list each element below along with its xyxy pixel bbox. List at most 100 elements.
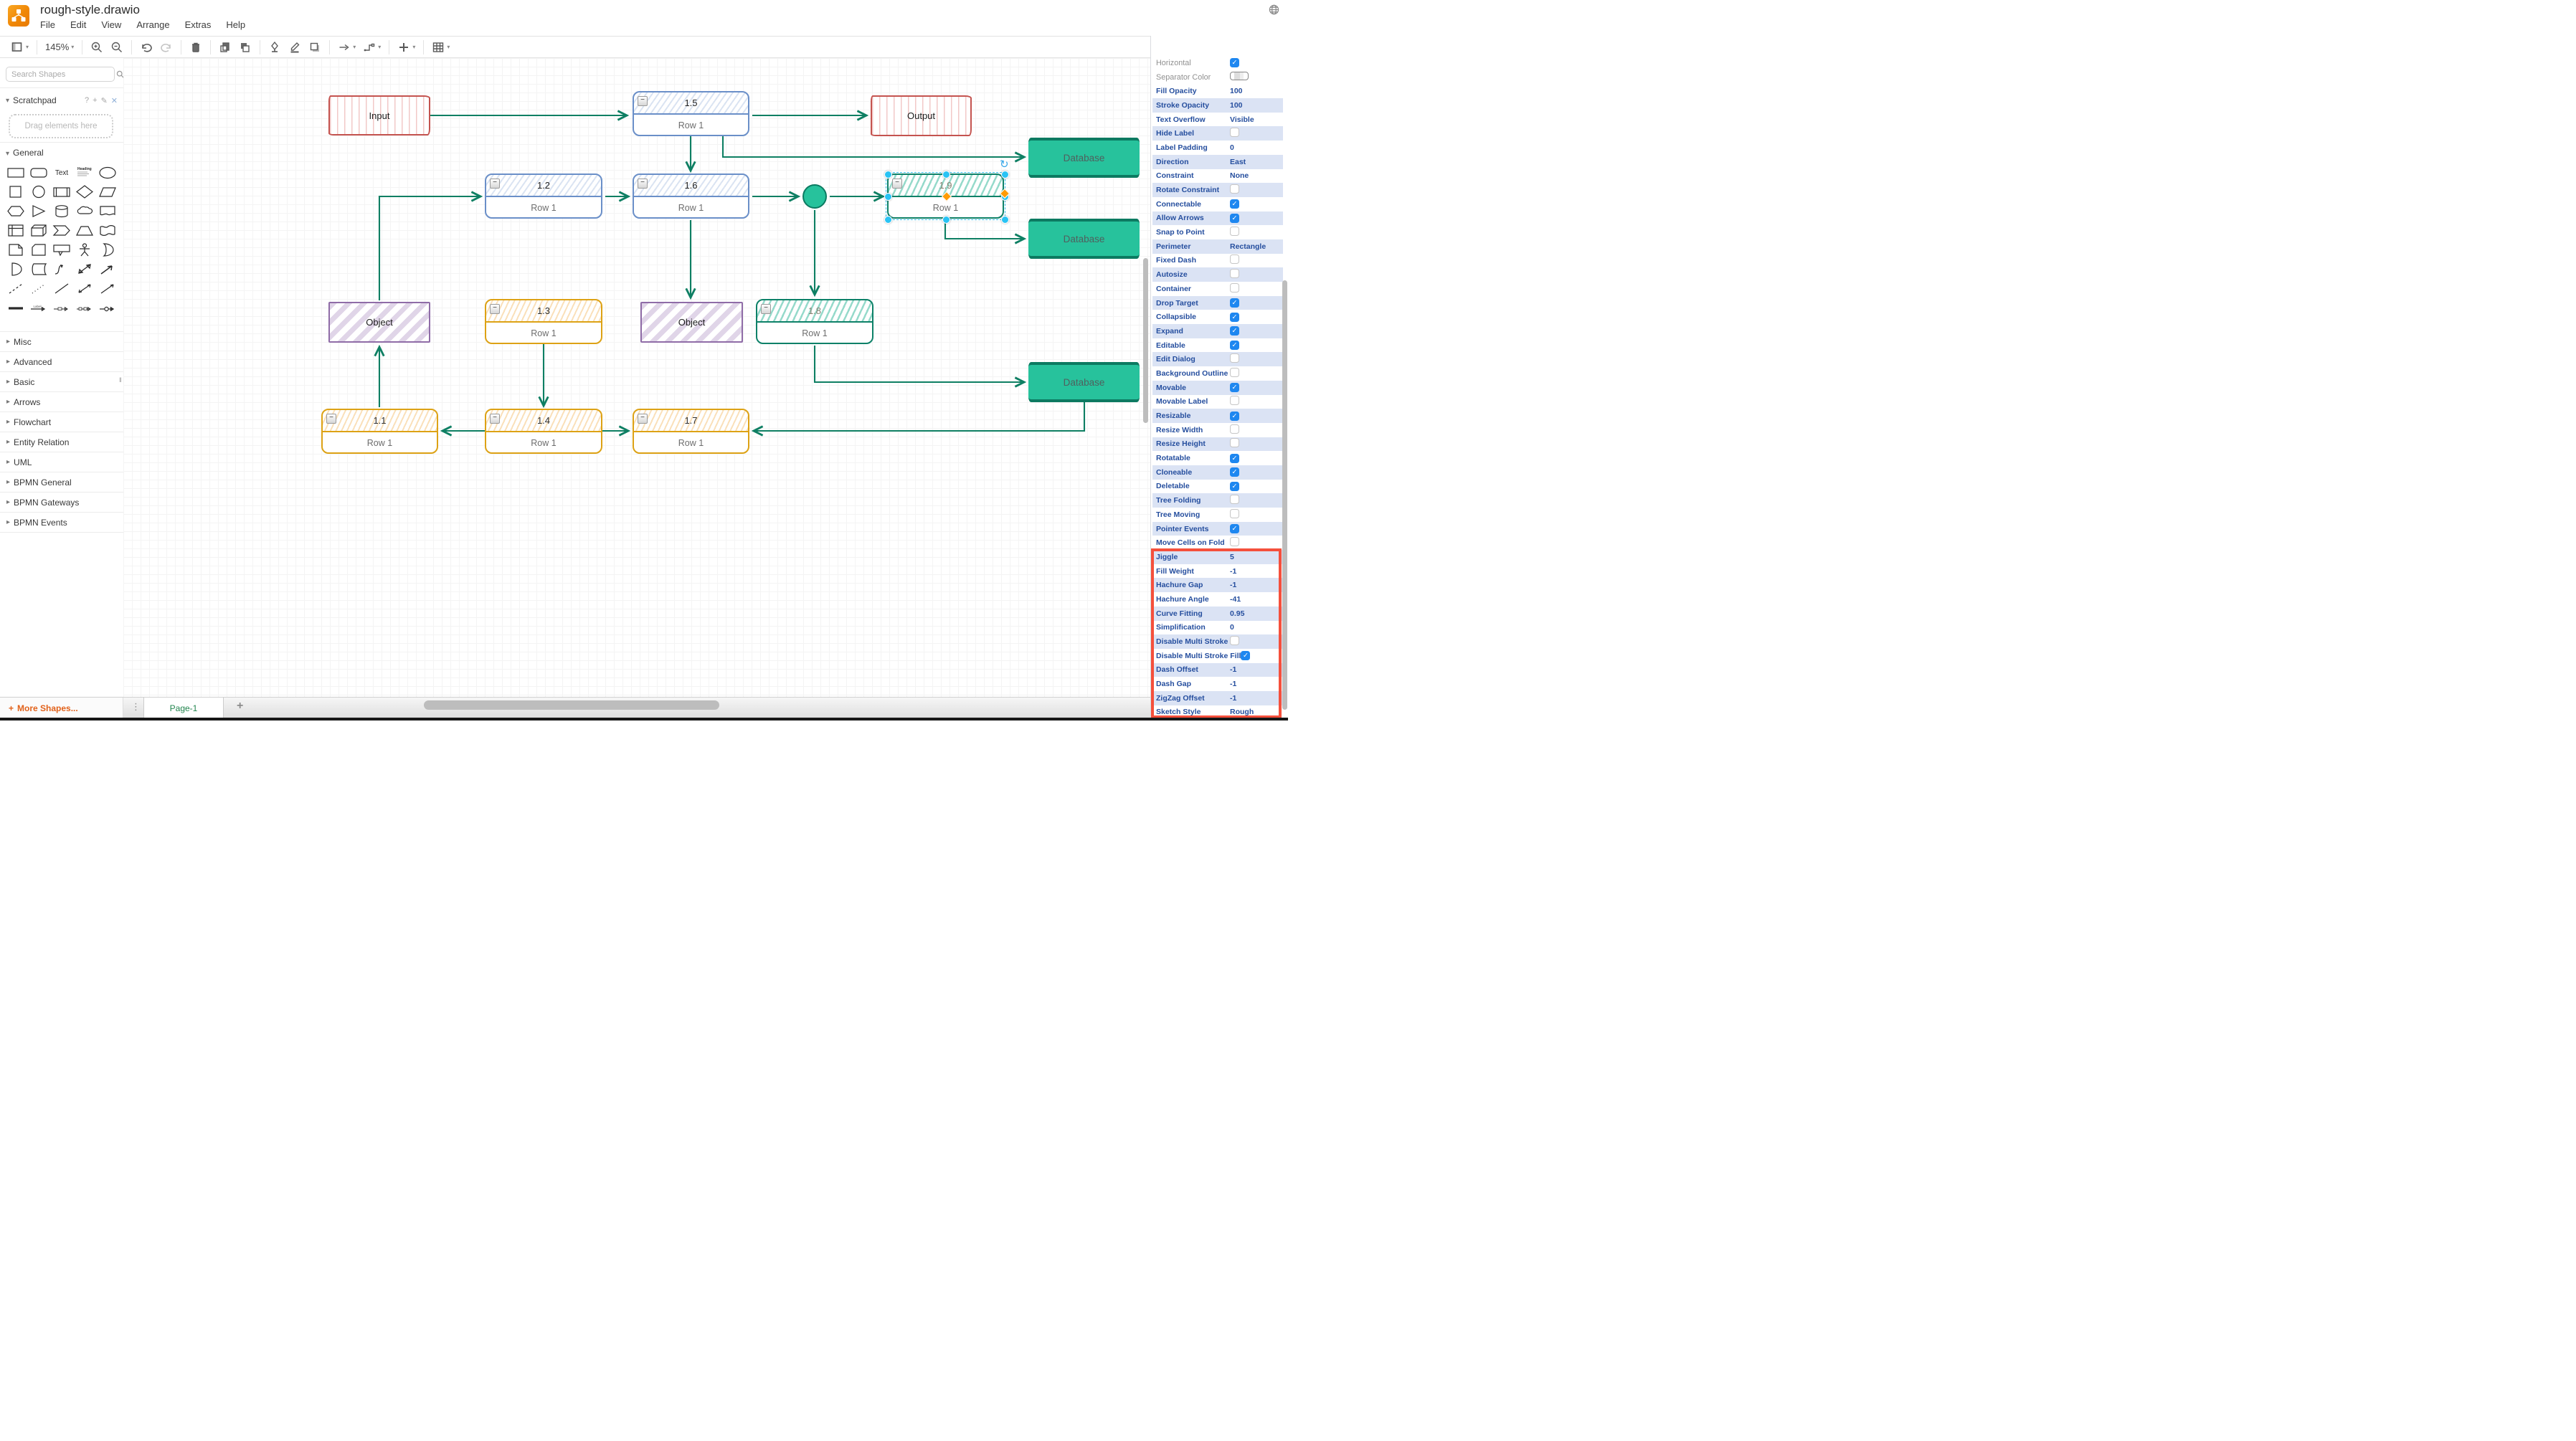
search-shapes-box[interactable]: [6, 67, 124, 82]
node-input[interactable]: Input: [328, 95, 430, 135]
rotate-handle[interactable]: ↻: [1000, 158, 1009, 171]
edge-12[interactable]: [751, 402, 1086, 437]
property-row-pointer-events[interactable]: Pointer Events ✓: [1152, 521, 1283, 536]
property-row-zigzag-offset[interactable]: ZigZag Offset -1: [1152, 690, 1283, 705]
shape-ellipse[interactable]: [96, 163, 119, 182]
edge-11[interactable]: [813, 346, 1027, 388]
property-row-editable[interactable]: Editable ✓: [1152, 338, 1283, 353]
zoom-level-dropdown[interactable]: 145% ▾: [42, 39, 77, 56]
zoom-in-icon[interactable]: [87, 39, 107, 56]
checkbox[interactable]: ✓: [1230, 411, 1239, 421]
zoom-out-icon[interactable]: [107, 39, 127, 56]
property-row-background-outline[interactable]: Background Outline: [1152, 366, 1283, 381]
shape-directional-connector[interactable]: [96, 279, 119, 298]
checkbox[interactable]: ✓: [1241, 651, 1251, 661]
globe-icon[interactable]: [1269, 4, 1279, 19]
shape-or[interactable]: [96, 240, 119, 260]
sidebar-section-advanced[interactable]: ▸ Advanced: [0, 351, 123, 371]
close-icon[interactable]: ✕: [111, 96, 118, 105]
node-output[interactable]: Output: [871, 95, 972, 136]
checkbox[interactable]: ✓: [1230, 199, 1239, 209]
to-back-icon[interactable]: [235, 39, 255, 56]
property-row-simplification[interactable]: Simplification 0: [1152, 621, 1283, 635]
vertical-dots-icon[interactable]: ⋮: [131, 701, 141, 713]
edge-10[interactable]: [944, 220, 1027, 244]
edge-2[interactable]: [721, 136, 1027, 163]
sidebar-section-flowchart[interactable]: ▸ Flowchart: [0, 412, 123, 432]
checkbox[interactable]: [1230, 184, 1239, 194]
shape-card[interactable]: [27, 240, 50, 260]
collapse-icon[interactable]: −: [326, 414, 336, 424]
shape-tape[interactable]: [96, 221, 119, 240]
checkbox[interactable]: [1230, 269, 1239, 279]
menu-edit[interactable]: Edit: [70, 19, 86, 34]
property-row-cloneable[interactable]: Cloneable ✓: [1152, 465, 1283, 480]
property-row-fill-opacity[interactable]: Fill Opacity 100: [1152, 84, 1283, 98]
property-row-movable-label[interactable]: Movable Label: [1152, 395, 1283, 409]
scratchpad-dropzone[interactable]: Drag elements here: [9, 114, 113, 138]
shape-link[interactable]: [4, 298, 27, 318]
help-icon[interactable]: ?: [85, 96, 89, 105]
color-swatch[interactable]: [1230, 72, 1249, 81]
node-n13[interactable]: − 1.3 Row 1: [485, 299, 602, 344]
property-row-deletable[interactable]: Deletable ✓: [1152, 480, 1283, 494]
menu-help[interactable]: Help: [226, 19, 245, 34]
property-row-container[interactable]: Container: [1152, 282, 1283, 296]
sidebar-section-uml[interactable]: ▸ UML: [0, 452, 123, 472]
node-db2[interactable]: Database: [1028, 219, 1140, 259]
checkbox[interactable]: ✓: [1230, 326, 1239, 336]
edge-3[interactable]: [378, 191, 483, 300]
collapse-icon[interactable]: −: [761, 304, 771, 314]
more-shapes-button[interactable]: + More Shapes...: [0, 698, 123, 718]
checkbox[interactable]: [1230, 367, 1239, 377]
property-row-resizable[interactable]: Resizable ✓: [1152, 409, 1283, 423]
add-icon[interactable]: +: [93, 96, 97, 105]
sidebar-section-basic[interactable]: ▸ Basic: [0, 371, 123, 391]
sidebar-section-bpmn-events[interactable]: ▸ BPMN Events: [0, 512, 123, 533]
sidebar-section-bpmn-general[interactable]: ▸ BPMN General: [0, 472, 123, 492]
checkbox[interactable]: ✓: [1230, 213, 1239, 223]
property-row-fill-weight[interactable]: Fill Weight -1: [1152, 564, 1283, 579]
scratchpad-section[interactable]: ▾ Scratchpad ? + ✎ ✕: [6, 95, 118, 105]
node-db3[interactable]: Database: [1028, 362, 1140, 402]
checkbox[interactable]: ✓: [1230, 524, 1239, 534]
checkbox[interactable]: [1230, 636, 1239, 646]
checkbox[interactable]: [1230, 128, 1239, 138]
checkbox[interactable]: ✓: [1230, 298, 1239, 308]
property-row-hachure-angle[interactable]: Hachure Angle -41: [1152, 592, 1283, 607]
sidebar-section-entity-relation[interactable]: ▸ Entity Relation: [0, 432, 123, 452]
property-row-collapsible[interactable]: Collapsible ✓: [1152, 310, 1283, 324]
property-row-resize-height[interactable]: Resize Height: [1152, 437, 1283, 452]
shape-trapezoid[interactable]: [73, 221, 96, 240]
shape-step[interactable]: [50, 221, 73, 240]
shadow-icon[interactable]: [305, 39, 325, 56]
add-page-button[interactable]: +: [237, 700, 243, 713]
selection-handle-2[interactable]: [1000, 170, 1009, 179]
collapse-icon[interactable]: −: [638, 414, 648, 424]
property-row-tree-moving[interactable]: Tree Moving: [1152, 508, 1283, 522]
node-obj2[interactable]: Object: [640, 302, 743, 343]
node-n11[interactable]: − 1.1 Row 1: [321, 409, 438, 454]
fill-color-icon[interactable]: [265, 39, 285, 56]
checkbox[interactable]: [1230, 396, 1239, 406]
diagram-canvas[interactable]: Input − 1.5 Row 1 Output Database − 1.2 Row …: [123, 58, 1150, 697]
property-row-separator-color[interactable]: Separator Color: [1152, 70, 1283, 85]
sidebar-resize-grip[interactable]: ‖: [119, 376, 123, 384]
panel-scrollbar[interactable]: [1282, 280, 1287, 710]
stroke-color-icon[interactable]: [285, 39, 305, 56]
property-row-connectable[interactable]: Connectable ✓: [1152, 197, 1283, 211]
node-obj1[interactable]: Object: [328, 302, 430, 343]
shape-triangle[interactable]: [27, 201, 50, 221]
checkbox[interactable]: ✓: [1230, 312, 1239, 322]
shape-internal-storage[interactable]: [4, 221, 27, 240]
shape-data-storage[interactable]: [27, 260, 50, 279]
property-row-curve-fitting[interactable]: Curve Fitting 0.95: [1152, 606, 1283, 621]
collapse-icon[interactable]: −: [638, 179, 648, 189]
collapse-icon[interactable]: −: [490, 304, 500, 314]
property-row-direction[interactable]: Direction East: [1152, 154, 1283, 169]
search-input[interactable]: [6, 70, 116, 79]
shape-arrow-label[interactable]: Label: [27, 298, 50, 318]
shape-bidirectional-connector[interactable]: [73, 279, 96, 298]
shape-rectangle[interactable]: [4, 163, 27, 182]
shape-document[interactable]: [96, 201, 119, 221]
